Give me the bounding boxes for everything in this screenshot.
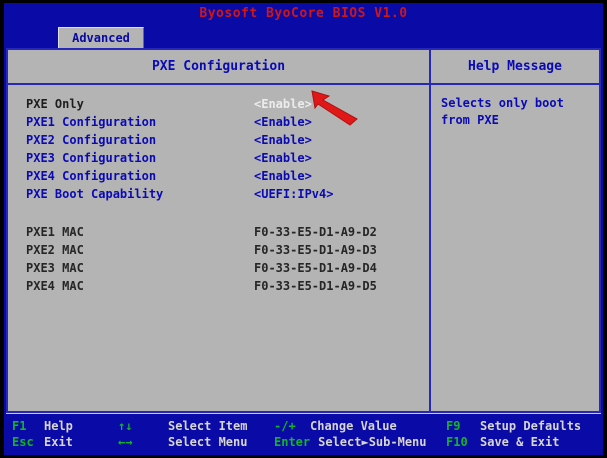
- mac-info-rows: PXE1 MAC F0-33-E5-D1-A9-D2 PXE2 MAC F0-3…: [26, 223, 423, 295]
- hotkey-description: Exit: [44, 435, 73, 450]
- help-message: Selects only boot from PXE: [431, 85, 599, 411]
- key-hint: Esc Exit: [12, 435, 118, 450]
- mac-value: F0-33-E5-D1-A9-D5: [254, 277, 377, 295]
- setting-row[interactable]: PXE1 Configuration <Enable>: [26, 113, 423, 131]
- mac-label: PXE3 MAC: [26, 259, 254, 277]
- help-panel-title: Help Message: [431, 50, 599, 83]
- main-panel: PXE Configuration Help Message PXE Only …: [6, 48, 601, 413]
- setting-row[interactable]: PXE Boot Capability <UEFI:IPv4>: [26, 185, 423, 203]
- hotkey-label: ↑↓: [118, 419, 160, 434]
- key-hint: ↑↓ Select Item: [118, 419, 274, 434]
- mac-value: F0-33-E5-D1-A9-D4: [254, 259, 377, 277]
- hotkey-description: Select►Sub-Menu: [318, 435, 426, 450]
- setting-label: PXE3 Configuration: [26, 149, 254, 167]
- mac-row: PXE1 MAC F0-33-E5-D1-A9-D2: [26, 223, 423, 241]
- key-hint: F9 Setup Defaults: [446, 419, 603, 434]
- hotkey-description: Setup Defaults: [480, 419, 581, 434]
- hotkey-description: Select Menu: [168, 435, 247, 450]
- hotkey-description: Change Value: [310, 419, 397, 434]
- key-hint-bar: F1 Help ↑↓ Select Item -/+ Change Value …: [4, 415, 603, 455]
- mac-label: PXE1 MAC: [26, 223, 254, 241]
- setting-value[interactable]: <Enable>: [254, 131, 312, 149]
- setting-row[interactable]: PXE Only <Enable>: [26, 95, 423, 113]
- key-hint: F1 Help: [12, 419, 118, 434]
- page-title: PXE Configuration: [8, 50, 431, 83]
- bios-screen: Byosoft ByoCore BIOS V1.0 Advanced PXE C…: [0, 0, 607, 458]
- setting-label: PXE4 Configuration: [26, 167, 254, 185]
- setting-row[interactable]: PXE4 Configuration <Enable>: [26, 167, 423, 185]
- hotkey-description: Help: [44, 419, 73, 434]
- setting-label: PXE1 Configuration: [26, 113, 254, 131]
- key-hint: ←→ Select Menu: [118, 435, 274, 450]
- tab-advanced[interactable]: Advanced: [58, 27, 144, 48]
- key-hint: -/+ Change Value: [274, 419, 446, 434]
- setting-value[interactable]: <Enable>: [254, 95, 312, 113]
- key-hint: F10 Save & Exit: [446, 435, 603, 450]
- hotkey-label: -/+: [274, 419, 302, 434]
- menu-tab-bar: Advanced: [4, 23, 603, 48]
- settings-rows: PXE Only <Enable> PXE1 Configuration <En…: [26, 95, 423, 203]
- setting-value[interactable]: <Enable>: [254, 149, 312, 167]
- bios-inner-area: Byosoft ByoCore BIOS V1.0 Advanced PXE C…: [4, 3, 603, 455]
- settings-list: PXE Only <Enable> PXE1 Configuration <En…: [8, 85, 431, 411]
- setting-row[interactable]: PXE2 Configuration <Enable>: [26, 131, 423, 149]
- hotkey-description: Save & Exit: [480, 435, 559, 450]
- mac-row: PXE4 MAC F0-33-E5-D1-A9-D5: [26, 277, 423, 295]
- key-hint: Enter Select►Sub-Menu: [274, 435, 446, 450]
- hotkey-label: Esc: [12, 435, 36, 450]
- mac-row: PXE3 MAC F0-33-E5-D1-A9-D4: [26, 259, 423, 277]
- setting-row[interactable]: PXE3 Configuration <Enable>: [26, 149, 423, 167]
- hotkey-label: F10: [446, 435, 472, 450]
- hotkey-description: Select Item: [168, 419, 247, 434]
- mac-value: F0-33-E5-D1-A9-D3: [254, 241, 377, 259]
- panel-header: PXE Configuration Help Message: [8, 50, 599, 85]
- panel-body: PXE Only <Enable> PXE1 Configuration <En…: [8, 85, 599, 411]
- setting-label: PXE Only: [26, 95, 254, 113]
- setting-label: PXE2 Configuration: [26, 131, 254, 149]
- setting-label: PXE Boot Capability: [26, 185, 254, 203]
- hotkey-label: F1: [12, 419, 36, 434]
- hotkey-label: F9: [446, 419, 472, 434]
- mac-value: F0-33-E5-D1-A9-D2: [254, 223, 377, 241]
- hotkey-label: ←→: [118, 435, 160, 450]
- mac-row: PXE2 MAC F0-33-E5-D1-A9-D3: [26, 241, 423, 259]
- setting-value[interactable]: <UEFI:IPv4>: [254, 185, 333, 203]
- setting-value[interactable]: <Enable>: [254, 113, 312, 131]
- hotkey-label: Enter: [274, 435, 310, 450]
- mac-label: PXE4 MAC: [26, 277, 254, 295]
- bios-title: Byosoft ByoCore BIOS V1.0: [4, 3, 603, 23]
- mac-label: PXE2 MAC: [26, 241, 254, 259]
- setting-value[interactable]: <Enable>: [254, 167, 312, 185]
